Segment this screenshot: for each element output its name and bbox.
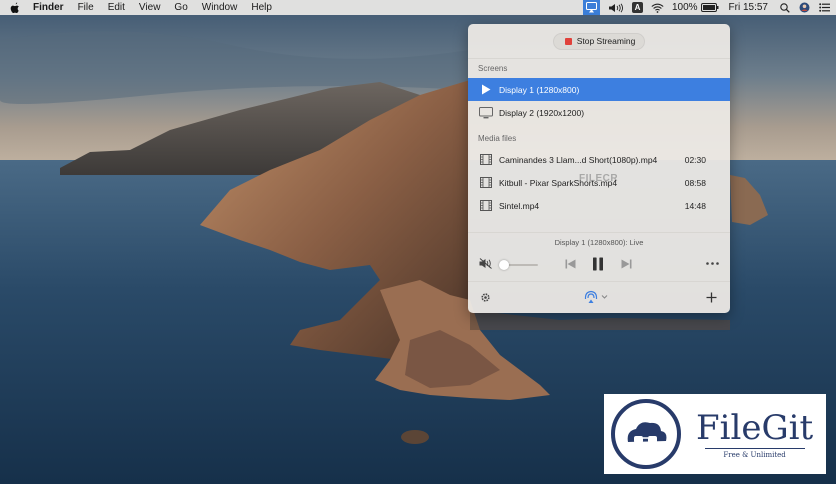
add-media-icon[interactable] bbox=[706, 292, 717, 303]
media-item[interactable]: Sintel.mp4 14:48 bbox=[468, 194, 730, 217]
monitor-icon bbox=[479, 106, 493, 119]
filegit-watermark: FileGit Free & Unlimited bbox=[604, 394, 826, 474]
media-item-duration: 08:58 bbox=[684, 177, 706, 188]
previous-track-icon[interactable] bbox=[565, 259, 576, 269]
screen-item-display-2[interactable]: Display 2 (1920x1200) bbox=[468, 101, 730, 124]
media-section-label: Media files bbox=[478, 133, 517, 143]
player-controls bbox=[468, 251, 730, 277]
filegit-tagline: Free & Unlimited bbox=[704, 447, 805, 459]
filegit-text: FileGit Free & Unlimited bbox=[696, 410, 813, 459]
menu-help[interactable]: Help bbox=[251, 2, 272, 13]
menu-edit[interactable]: Edit bbox=[108, 2, 125, 13]
filegit-logo-icon bbox=[611, 399, 681, 469]
stop-streaming-button[interactable]: Stop Streaming bbox=[552, 32, 646, 50]
pause-icon[interactable] bbox=[592, 257, 604, 271]
media-item-duration: 14:48 bbox=[684, 200, 706, 211]
spotlight-search-icon[interactable] bbox=[780, 0, 790, 15]
mute-icon[interactable] bbox=[479, 258, 493, 269]
player-area: Display 1 (1280x800): Live bbox=[468, 232, 730, 279]
apple-menu-icon[interactable] bbox=[10, 2, 23, 14]
media-item-label: Sintel.mp4 bbox=[499, 200, 540, 211]
next-track-icon[interactable] bbox=[621, 259, 632, 269]
now-playing-label: Display 1 (1280x800): Live bbox=[554, 237, 644, 247]
screen-item-label: Display 1 (1280x800) bbox=[499, 84, 580, 95]
status-area: A 100% Fri 15:57 bbox=[575, 0, 830, 15]
menu-window[interactable]: Window bbox=[202, 2, 238, 13]
panel-footer bbox=[468, 281, 730, 313]
screens-section-label: Screens bbox=[468, 58, 730, 78]
settings-gear-icon[interactable] bbox=[480, 292, 491, 303]
input-source-icon[interactable]: A bbox=[631, 0, 643, 15]
play-icon bbox=[479, 84, 493, 96]
screen-item-label: Display 2 (1920x1200) bbox=[499, 107, 585, 118]
media-item-label: Caminandes 3 Llam...d Short(1080p).mp4 bbox=[499, 154, 658, 165]
menu-bar: Finder File Edit View Go Window Help A 1… bbox=[0, 0, 836, 15]
media-item-duration: 02:30 bbox=[684, 154, 706, 165]
wifi-icon[interactable] bbox=[651, 0, 664, 15]
airplay-streamer-icon[interactable] bbox=[582, 0, 600, 15]
film-icon bbox=[479, 200, 493, 212]
screen-item-display-1[interactable]: Display 1 (1280x800) bbox=[468, 78, 730, 101]
app-menu-finder[interactable]: Finder bbox=[33, 2, 64, 13]
menu-view[interactable]: View bbox=[139, 2, 161, 13]
panel-header: Stop Streaming bbox=[468, 24, 730, 58]
stop-streaming-label: Stop Streaming bbox=[576, 36, 636, 46]
battery-icon[interactable] bbox=[700, 0, 719, 15]
filecr-watermark: FILECR bbox=[579, 173, 619, 184]
notification-center-icon[interactable] bbox=[819, 0, 830, 15]
battery-percent[interactable]: 100% bbox=[672, 0, 698, 15]
volume-slider-knob[interactable] bbox=[499, 260, 509, 270]
volume-icon[interactable] bbox=[608, 0, 624, 15]
film-icon bbox=[479, 154, 493, 166]
menu-go[interactable]: Go bbox=[174, 2, 187, 13]
film-icon bbox=[479, 177, 493, 189]
menu-file[interactable]: File bbox=[78, 2, 94, 13]
stop-icon bbox=[564, 37, 572, 45]
filegit-name: FileGit bbox=[696, 407, 814, 448]
media-item[interactable]: Caminandes 3 Llam...d Short(1080p).mp4 0… bbox=[468, 148, 730, 171]
user-avatar-icon[interactable] bbox=[799, 0, 810, 15]
airplay-target-icon[interactable] bbox=[584, 290, 610, 304]
more-options-icon[interactable] bbox=[706, 262, 719, 265]
clock[interactable]: Fri 15:57 bbox=[729, 0, 768, 15]
streaming-popover: Stop Streaming Screens Display 1 (1280x8… bbox=[468, 24, 730, 313]
